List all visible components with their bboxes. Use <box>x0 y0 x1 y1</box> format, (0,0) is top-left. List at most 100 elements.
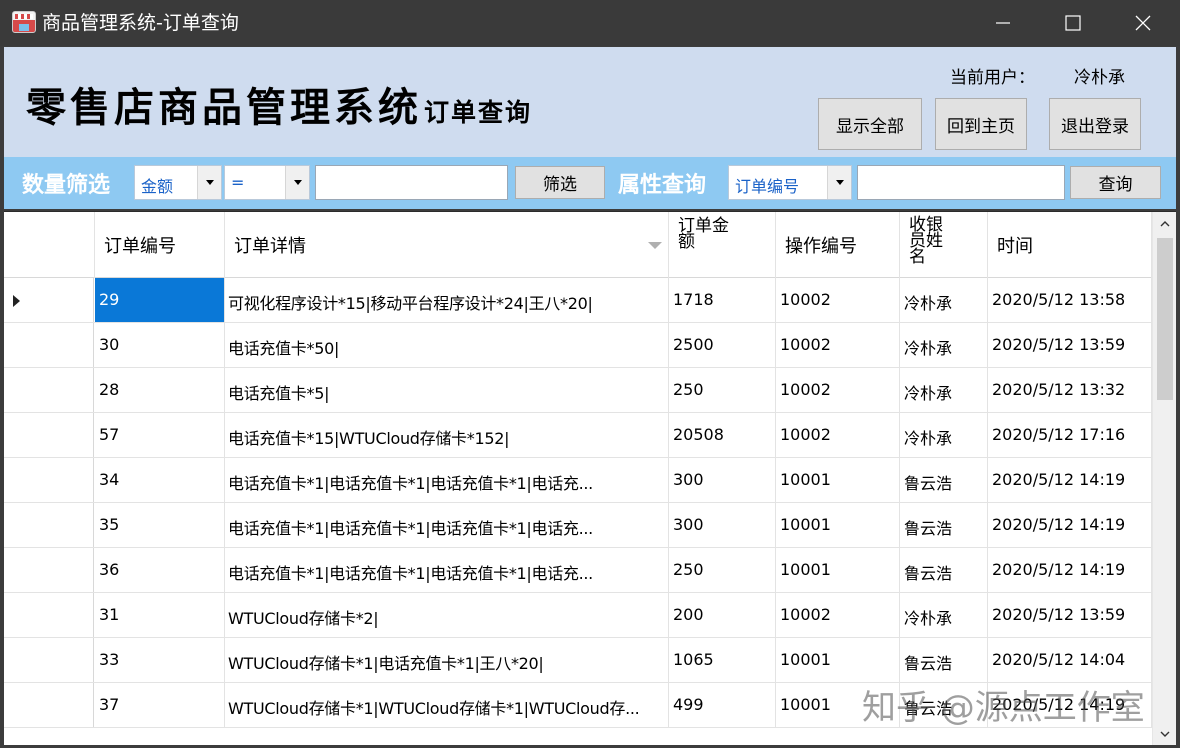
col-header-order-id[interactable]: 订单编号 <box>95 212 225 278</box>
cell-time[interactable]: 2020/5/12 14:19 <box>988 458 1152 502</box>
cell-order-id[interactable]: 30 <box>95 323 225 367</box>
row-header[interactable] <box>4 593 94 637</box>
cell-cashier[interactable]: 冷朴承 <box>900 413 988 457</box>
row-header[interactable] <box>4 683 94 727</box>
cell-order-id[interactable]: 33 <box>95 638 225 682</box>
cell-order-detail[interactable]: WTUCloud存储卡*1|WTUCloud存储卡*1|WTUCloud存... <box>225 683 669 727</box>
row-header[interactable] <box>4 458 94 502</box>
cell-order-detail[interactable]: 可视化程序设计*15|移动平台程序设计*24|王八*20| <box>225 278 669 322</box>
cell-order-detail[interactable]: WTUCloud存储卡*1|电话充值卡*1|王八*20| <box>225 638 669 682</box>
cell-order-detail[interactable]: 电话充值卡*5| <box>225 368 669 412</box>
cell-order-detail[interactable]: 电话充值卡*1|电话充值卡*1|电话充值卡*1|电话充... <box>225 503 669 547</box>
scroll-up-icon[interactable] <box>1153 212 1176 236</box>
cell-cashier[interactable]: 鲁云浩 <box>900 503 988 547</box>
table-row[interactable]: 30 电话充值卡*50| 2500 10002 冷朴承 2020/5/12 13:59 <box>4 323 1152 368</box>
cell-time[interactable]: 2020/5/12 14:19 <box>988 548 1152 592</box>
cell-cashier[interactable]: 鲁云浩 <box>900 638 988 682</box>
cell-amount[interactable]: 499 <box>669 683 776 727</box>
cell-operator-id[interactable]: 10002 <box>776 593 900 637</box>
cell-operator-id[interactable]: 10002 <box>776 278 900 322</box>
cell-cashier[interactable]: 冷朴承 <box>900 278 988 322</box>
cell-amount[interactable]: 250 <box>669 548 776 592</box>
cell-operator-id[interactable]: 10001 <box>776 458 900 502</box>
cell-order-detail[interactable]: 电话充值卡*15|WTUCloud存储卡*152| <box>225 413 669 457</box>
cell-operator-id[interactable]: 10002 <box>776 413 900 457</box>
cell-cashier[interactable]: 鲁云浩 <box>900 548 988 592</box>
table-row[interactable]: 31 WTUCloud存储卡*2| 200 10002 冷朴承 2020/5/12 13:… <box>4 593 1152 638</box>
attribute-query-input[interactable] <box>857 165 1065 200</box>
table-row[interactable]: 35 电话充值卡*1|电话充值卡*1|电话充值卡*1|电话充... 300 10001… <box>4 503 1152 548</box>
col-header-cashier[interactable]: 收银 员姓名 <box>900 212 988 278</box>
cell-operator-id[interactable]: 10002 <box>776 323 900 367</box>
row-header[interactable] <box>4 323 94 367</box>
cell-amount[interactable]: 300 <box>669 503 776 547</box>
cell-amount[interactable]: 1065 <box>669 638 776 682</box>
cell-order-id[interactable]: 57 <box>95 413 225 457</box>
filter-value-input[interactable] <box>315 165 508 200</box>
cell-time[interactable]: 2020/5/12 13:32 <box>988 368 1152 412</box>
cell-time[interactable]: 2020/5/12 14:19 <box>988 503 1152 547</box>
home-button[interactable]: 回到主页 <box>935 98 1027 150</box>
cell-order-id[interactable]: 36 <box>95 548 225 592</box>
scroll-thumb[interactable] <box>1157 238 1173 400</box>
table-row[interactable]: 28 电话充值卡*5| 250 10002 冷朴承 2020/5/12 13:32 <box>4 368 1152 413</box>
title-bar[interactable]: 商品管理系统-订单查询 <box>0 0 1180 46</box>
cell-time[interactable]: 2020/5/12 17:16 <box>988 413 1152 457</box>
cell-order-id[interactable]: 34 <box>95 458 225 502</box>
vertical-scrollbar[interactable] <box>1152 212 1176 745</box>
row-header[interactable] <box>4 413 94 457</box>
cell-time[interactable]: 2020/5/12 14:04 <box>988 638 1152 682</box>
cell-time[interactable]: 2020/5/12 13:59 <box>988 323 1152 367</box>
cell-order-id[interactable]: 37 <box>95 683 225 727</box>
filter-field-select[interactable]: 金额 <box>134 165 222 200</box>
cell-order-detail[interactable]: 电话充值卡*1|电话充值卡*1|电话充值卡*1|电话充... <box>225 548 669 592</box>
minimize-button[interactable] <box>968 0 1038 46</box>
cell-cashier[interactable]: 鲁云浩 <box>900 458 988 502</box>
row-header[interactable] <box>4 638 94 682</box>
cell-time[interactable]: 2020/5/12 13:59 <box>988 593 1152 637</box>
cell-cashier[interactable]: 冷朴承 <box>900 323 988 367</box>
row-header[interactable] <box>4 368 94 412</box>
table-row[interactable]: 36 电话充值卡*1|电话充值卡*1|电话充值卡*1|电话充... 250 10001… <box>4 548 1152 593</box>
cell-operator-id[interactable]: 10001 <box>776 548 900 592</box>
cell-operator-id[interactable]: 10001 <box>776 503 900 547</box>
cell-operator-id[interactable]: 10001 <box>776 638 900 682</box>
col-header-time[interactable]: 时间 <box>988 212 1152 278</box>
filter-button[interactable]: 筛选 <box>515 166 605 199</box>
orders-grid[interactable]: 订单编号 订单详情 订单金额 操作编号 收银 员姓名 时间 29 可视化程序设计*1… <box>4 211 1176 745</box>
col-header-order-amount[interactable]: 订单金额 <box>669 212 776 278</box>
show-all-button[interactable]: 显示全部 <box>818 98 922 150</box>
cell-order-id[interactable]: 31 <box>95 593 225 637</box>
cell-amount[interactable]: 250 <box>669 368 776 412</box>
scroll-down-icon[interactable] <box>1153 722 1176 745</box>
table-row[interactable]: 29 可视化程序设计*15|移动平台程序设计*24|王八*20| 1718 10002… <box>4 278 1152 323</box>
table-row[interactable]: 33 WTUCloud存储卡*1|电话充值卡*1|王八*20| 1065 10001 鲁… <box>4 638 1152 683</box>
row-header[interactable] <box>4 278 94 322</box>
cell-amount[interactable]: 1718 <box>669 278 776 322</box>
cell-cashier[interactable]: 冷朴承 <box>900 593 988 637</box>
row-header[interactable] <box>4 548 94 592</box>
query-button[interactable]: 查询 <box>1070 166 1161 199</box>
col-header-order-detail[interactable]: 订单详情 <box>225 212 669 278</box>
table-row[interactable]: 57 电话充值卡*15|WTUCloud存储卡*152| 20508 10002 冷朴承… <box>4 413 1152 458</box>
logout-button[interactable]: 退出登录 <box>1049 98 1141 150</box>
cell-order-detail[interactable]: WTUCloud存储卡*2| <box>225 593 669 637</box>
close-button[interactable] <box>1108 0 1178 46</box>
cell-order-id[interactable]: 28 <box>95 368 225 412</box>
cell-amount[interactable]: 2500 <box>669 323 776 367</box>
cell-order-detail[interactable]: 电话充值卡*1|电话充值卡*1|电话充值卡*1|电话充... <box>225 458 669 502</box>
col-header-operator-id[interactable]: 操作编号 <box>776 212 900 278</box>
maximize-button[interactable] <box>1038 0 1108 46</box>
row-header[interactable] <box>4 503 94 547</box>
table-row[interactable]: 34 电话充值卡*1|电话充值卡*1|电话充值卡*1|电话充... 300 10001… <box>4 458 1152 503</box>
filter-operator-select[interactable]: = <box>224 165 310 200</box>
cell-order-id[interactable]: 35 <box>95 503 225 547</box>
cell-amount[interactable]: 300 <box>669 458 776 502</box>
attribute-field-select[interactable]: 订单编号 <box>728 165 852 200</box>
cell-operator-id[interactable]: 10002 <box>776 368 900 412</box>
cell-order-id[interactable]: 29 <box>95 278 225 322</box>
cell-time[interactable]: 2020/5/12 13:58 <box>988 278 1152 322</box>
cell-cashier[interactable]: 冷朴承 <box>900 368 988 412</box>
cell-amount[interactable]: 20508 <box>669 413 776 457</box>
cell-order-detail[interactable]: 电话充值卡*50| <box>225 323 669 367</box>
